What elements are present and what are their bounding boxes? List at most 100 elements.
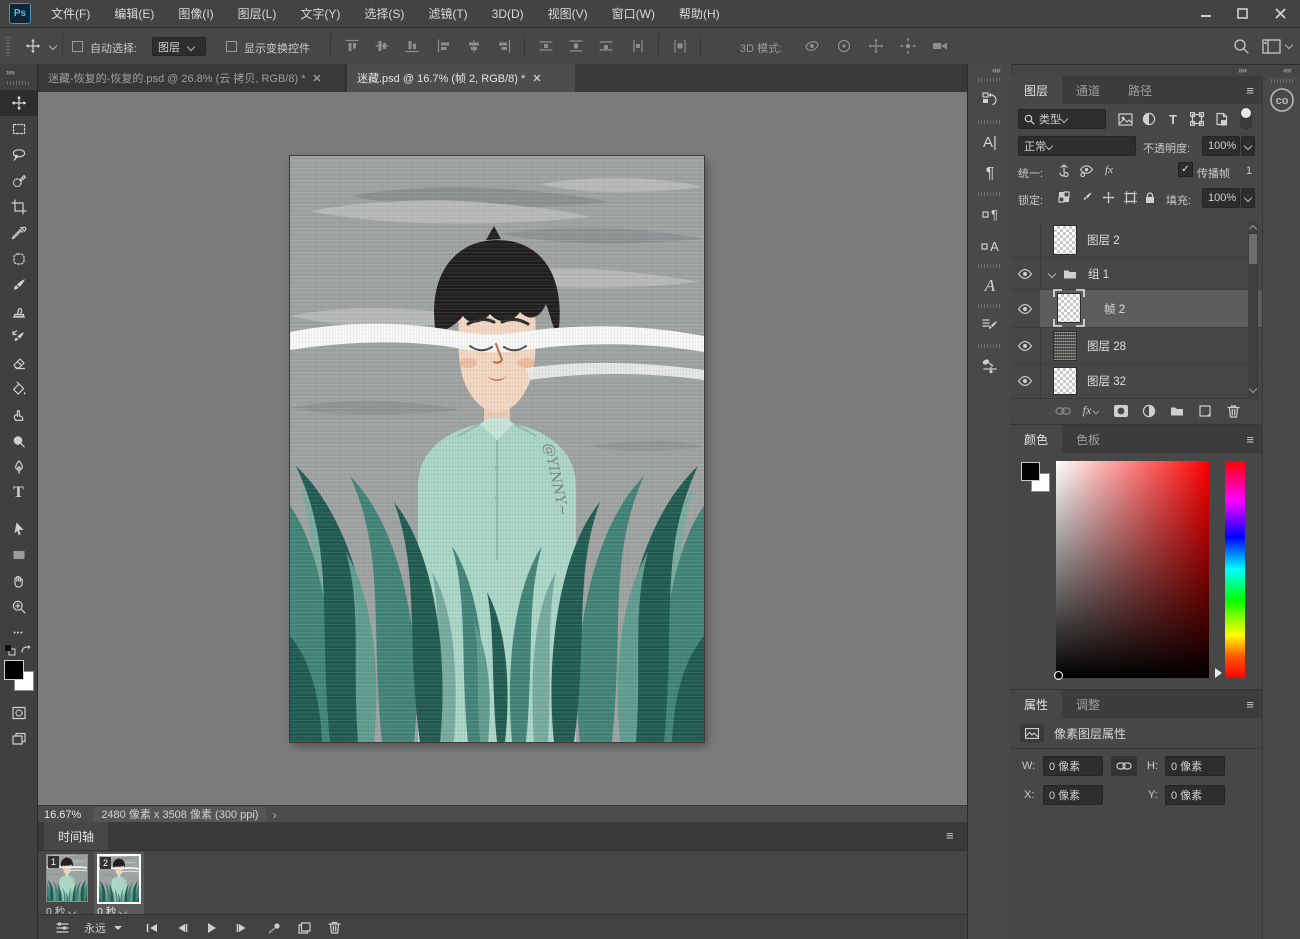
document-tab-inactive[interactable]: 迷藏-恢复的-恢复的.psd @ 26.8% (云 拷贝, RGB/8) * [38, 64, 346, 92]
saturation-brightness-field[interactable] [1054, 461, 1209, 680]
align-right-button[interactable] [492, 36, 516, 56]
layer-row-3[interactable]: 图层 32 [1010, 364, 1262, 399]
tool-move[interactable] [0, 90, 37, 116]
distribute-left-button[interactable] [626, 36, 650, 56]
tool-zoom[interactable] [0, 594, 37, 620]
panel-icon-character-styles[interactable]: A [974, 232, 1006, 260]
menu-filter[interactable]: 滤镜(T) [416, 0, 479, 27]
artwork-document[interactable] [290, 156, 704, 742]
color-picker-cursor[interactable] [1054, 671, 1063, 680]
align-top-button[interactable] [340, 36, 364, 56]
tab-close-icon[interactable] [533, 74, 541, 82]
toolbar-ellipsis-icon[interactable]: ••• [0, 620, 37, 646]
quick-mask-button[interactable] [0, 700, 37, 726]
menu-file[interactable]: 文件(F) [39, 0, 102, 27]
layer-name[interactable]: 图层 28 [1087, 338, 1126, 354]
layers-scrollbar[interactable] [1248, 222, 1258, 398]
align-hcenter-button[interactable] [462, 36, 486, 56]
next-frame-button[interactable] [232, 919, 252, 936]
filter-kind-adjustment-icon[interactable] [1138, 109, 1160, 129]
dock-grip[interactable] [978, 78, 1002, 82]
fill-dropdown-button[interactable] [1241, 188, 1255, 208]
maximize-button[interactable] [1224, 0, 1260, 27]
menu-3d[interactable]: 3D(D) [480, 0, 536, 27]
show-transform-checkbox[interactable] [226, 41, 237, 52]
panel-icon-paragraph[interactable]: ¶ [974, 160, 1006, 188]
x-field[interactable]: 0 像素 [1043, 785, 1103, 805]
panel-icon-glyphs[interactable]: A [974, 272, 1006, 300]
align-bottom-button[interactable] [400, 36, 424, 56]
tool-quick-select[interactable] [0, 168, 37, 194]
play-button[interactable] [202, 919, 222, 936]
previous-frame-button[interactable] [172, 919, 192, 936]
tool-pen[interactable] [0, 454, 37, 480]
color-menu-icon[interactable]: ≡ [1246, 432, 1254, 447]
panel-icon-brushes[interactable] [974, 352, 1006, 380]
new-adjustment-layer-button[interactable] [1138, 402, 1160, 419]
tool-dodge[interactable] [0, 428, 37, 454]
visibility-toggle[interactable] [1010, 258, 1041, 289]
search-icon[interactable] [1228, 34, 1254, 58]
menu-image[interactable]: 图像(I) [166, 0, 225, 27]
dock-grip[interactable] [978, 264, 1002, 268]
tab-swatches[interactable]: 色板 [1062, 425, 1114, 453]
layer-row-group[interactable]: 组 1 [1010, 258, 1262, 290]
scroll-up-icon[interactable] [1248, 224, 1258, 234]
delete-frame-button[interactable] [324, 919, 344, 936]
align-left-button[interactable] [432, 36, 456, 56]
tool-smudge[interactable] [0, 402, 37, 428]
menu-select[interactable]: 选择(S) [352, 0, 416, 27]
zoom-level-field[interactable]: 16.67% [44, 809, 81, 821]
swap-colors-icon[interactable] [20, 644, 33, 656]
loop-count-dropdown[interactable]: 永远 [84, 919, 122, 936]
menu-edit[interactable]: 编辑(E) [102, 0, 166, 27]
new-layer-button[interactable] [1194, 402, 1216, 419]
tool-paint-bucket[interactable] [0, 376, 37, 402]
visibility-toggle[interactable] [1010, 290, 1041, 327]
toolbar-expand-icon[interactable]: »» [6, 67, 15, 77]
propagate-frame-checkbox[interactable]: ✓ [1178, 162, 1193, 177]
panel-icon-brush-settings[interactable] [974, 312, 1006, 340]
group-expand-chevron[interactable] [1047, 269, 1057, 278]
opacity-field[interactable]: 100% [1202, 136, 1240, 156]
layer-row-2[interactable]: 图层 28 [1010, 327, 1262, 365]
visibility-toggle[interactable] [1010, 222, 1041, 257]
fill-field[interactable]: 100% [1202, 188, 1240, 208]
align-vcenter-button[interactable] [370, 36, 394, 56]
cc-strip-collapse-icon[interactable]: «« [1283, 65, 1292, 75]
default-colors-icon[interactable] [4, 644, 16, 656]
dock-grip[interactable] [978, 120, 1002, 124]
visibility-toggle[interactable] [1010, 364, 1041, 398]
layer-thumbnail[interactable] [1053, 224, 1077, 255]
width-field[interactable]: 0 像素 [1043, 756, 1103, 776]
lock-transparency-icon[interactable] [1054, 188, 1074, 206]
tool-clone-stamp[interactable] [0, 298, 37, 324]
tool-eyedropper[interactable] [0, 220, 37, 246]
distribute-vcenter-button[interactable] [564, 36, 588, 56]
timeline-frame-1[interactable]: 1 0 秒 [46, 854, 92, 918]
height-field[interactable]: 0 像素 [1165, 756, 1225, 776]
panel-dock-expand-icon[interactable]: »» [1238, 65, 1247, 75]
link-layers-button[interactable] [1052, 402, 1074, 419]
panel-icon-history[interactable] [974, 86, 1006, 114]
tool-history-brush[interactable] [0, 324, 37, 350]
hue-slider[interactable] [1225, 461, 1245, 678]
delete-layer-button[interactable] [1222, 402, 1244, 419]
3d-rotate-icon[interactable] [800, 35, 824, 57]
color-fg-swatch[interactable] [1021, 462, 1040, 481]
tool-crop[interactable] [0, 194, 37, 220]
hue-slider-pointer[interactable] [1214, 668, 1222, 678]
tab-close-icon[interactable] [313, 74, 321, 82]
layer-style-button[interactable]: fx [1080, 402, 1102, 419]
layer-name[interactable]: 图层 32 [1087, 373, 1126, 389]
unify-position-icon[interactable] [1054, 161, 1074, 179]
blend-mode-dropdown[interactable]: 正常 [1018, 136, 1136, 156]
tab-properties[interactable]: 属性 [1010, 690, 1063, 718]
y-field[interactable]: 0 像素 [1165, 785, 1225, 805]
tab-color[interactable]: 颜色 [1010, 425, 1063, 453]
duplicate-frame-button[interactable] [294, 919, 314, 936]
3d-roll-icon[interactable] [832, 35, 856, 57]
tween-button[interactable] [264, 919, 284, 936]
unify-visibility-icon[interactable] [1076, 161, 1096, 179]
layer-thumbnail[interactable] [1053, 367, 1077, 395]
